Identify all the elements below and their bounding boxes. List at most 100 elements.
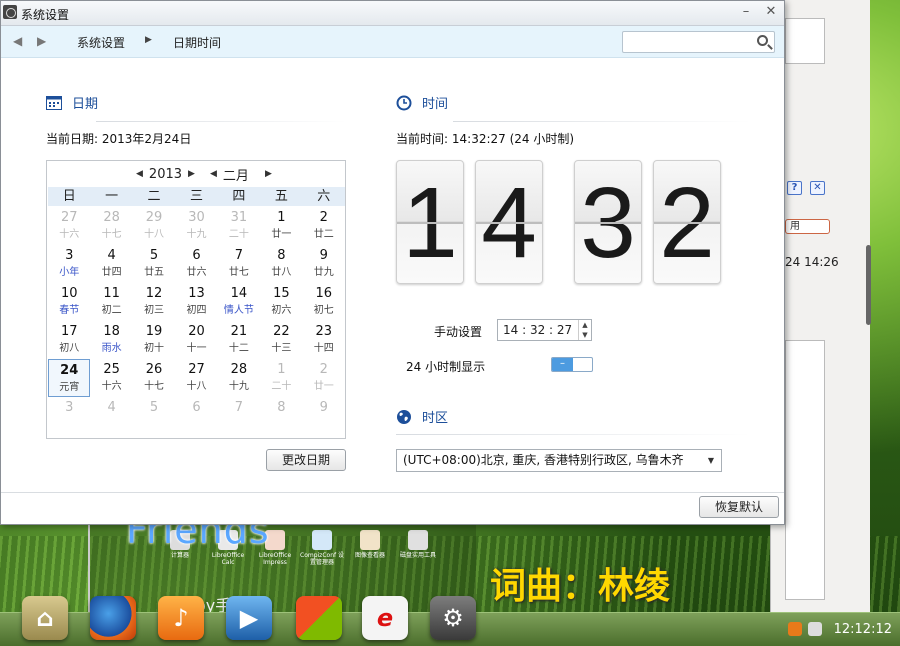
back-arrow-icon[interactable]: ◀ <box>13 34 22 48</box>
desktop-icon-disk-utility[interactable]: 磁盘实用工具 <box>396 530 440 559</box>
weekday-label: 一 <box>105 189 119 204</box>
calendar: ◀ 2013 ▶ ◀ 二月 ▶ 日一二三四五六 27 十六 28 十七 29 十八 30 十九… <box>46 160 346 439</box>
calendar-day[interactable]: 28 十七 <box>90 207 132 245</box>
lunar-label: 十六 <box>59 229 80 240</box>
background-apply-button[interactable]: 用 <box>785 219 830 234</box>
desktop-icon-compizconf[interactable]: CompizConf 设置管理器 <box>300 530 344 566</box>
calendar-day[interactable]: 4 廿四 <box>90 245 132 283</box>
dock-browser[interactable]: e <box>362 596 408 640</box>
day-number: 3 <box>65 248 74 263</box>
dock-player[interactable]: ▶ <box>226 596 272 640</box>
lunar-label: 初三 <box>144 305 165 316</box>
calendar-day[interactable]: 28 十九 <box>218 359 260 397</box>
day-number: 9 <box>319 248 328 263</box>
calendar-day[interactable]: 20 十一 <box>175 321 217 359</box>
calendar-day[interactable]: 9 <box>303 397 345 435</box>
keyboard-icon[interactable] <box>807 622 822 636</box>
title-bar[interactable]: 系统设置 – ✕ <box>1 1 784 26</box>
forward-arrow-icon[interactable]: ▶ <box>37 34 46 48</box>
desktop-icon-image-viewer[interactable]: 图像查看器 <box>348 530 392 559</box>
calendar-day[interactable]: 3 小年 <box>48 245 90 283</box>
day-number: 3 <box>65 400 74 415</box>
next-month-icon[interactable]: ▶ <box>265 169 272 179</box>
search-input[interactable] <box>623 32 748 52</box>
tray-notify-icon[interactable] <box>787 622 802 636</box>
calendar-day[interactable]: 12 初三 <box>133 283 175 321</box>
calendar-day[interactable]: 29 十八 <box>133 207 175 245</box>
calendar-day[interactable]: 26 十七 <box>133 359 175 397</box>
day-number: 10 <box>60 286 78 301</box>
calendar-day[interactable]: 7 <box>218 397 260 435</box>
prev-year-icon[interactable]: ◀ <box>136 169 143 179</box>
timezone-select[interactable]: (UTC+08:00)北京, 重庆, 香港特别行政区, 乌鲁木齐 ▼ <box>396 449 722 472</box>
day-number: 8 <box>277 400 286 415</box>
24h-toggle[interactable]: – <box>551 357 593 372</box>
lunar-label: 廿一 <box>271 229 292 240</box>
search-icon[interactable] <box>757 35 768 46</box>
calendar-day[interactable]: 22 十三 <box>260 321 302 359</box>
system-tray: 12:12:12 <box>787 612 900 646</box>
next-year-icon[interactable]: ▶ <box>188 169 195 179</box>
calendar-day[interactable]: 1 二十 <box>260 359 302 397</box>
calendar-day[interactable]: 14 情人节 <box>218 283 260 321</box>
time-spinbox[interactable]: 14 : 32 : 27 ▲ ▼ <box>497 319 592 341</box>
calendar-day[interactable]: 10 春节 <box>48 283 90 321</box>
breadcrumb-date-time[interactable]: 日期时间 <box>173 34 221 51</box>
day-number: 19 <box>145 324 163 339</box>
restore-defaults-button[interactable]: 恢复默认 <box>699 496 779 518</box>
calendar-day[interactable]: 18 雨水 <box>90 321 132 359</box>
calendar-day[interactable]: 27 十六 <box>48 207 90 245</box>
day-number: 4 <box>107 400 116 415</box>
lunar-label: 廿六 <box>186 267 207 278</box>
calendar-day-selected[interactable]: 24 元宵 <box>48 359 91 397</box>
prev-month-icon[interactable]: ◀ <box>210 169 217 179</box>
background-close-button[interactable]: ✕ <box>810 181 825 195</box>
calendar-day[interactable]: 30 十九 <box>175 207 217 245</box>
calendar-day[interactable]: 8 <box>260 397 302 435</box>
calendar-day[interactable]: 3 <box>48 397 90 435</box>
calendar-day[interactable]: 7 廿七 <box>218 245 260 283</box>
lunar-label: 元宵 <box>59 382 80 393</box>
taskbar-clock[interactable]: 12:12:12 <box>834 622 892 637</box>
calendar-day[interactable]: 1 廿一 <box>260 207 302 245</box>
lunar-label: 廿八 <box>271 267 292 278</box>
spin-up-icon[interactable]: ▲ <box>579 320 591 330</box>
dock-home[interactable]: ⌂ <box>22 596 68 640</box>
minimize-button[interactable]: – <box>738 5 754 21</box>
calendar-day[interactable]: 2 廿二 <box>303 207 345 245</box>
dock-office[interactable] <box>296 596 342 640</box>
background-scrollbar[interactable] <box>866 245 871 325</box>
calendar-day[interactable]: 5 <box>133 397 175 435</box>
calendar-day[interactable]: 31 二十 <box>218 207 260 245</box>
lunar-label: 初十 <box>144 343 165 354</box>
calendar-day[interactable]: 19 初十 <box>133 321 175 359</box>
calendar-day[interactable]: 21 十二 <box>218 321 260 359</box>
dock-music-player[interactable]: ♪ <box>158 596 204 640</box>
timezone-value: (UTC+08:00)北京, 重庆, 香港特别行政区, 乌鲁木齐 <box>403 453 684 467</box>
calendar-day[interactable]: 27 十八 <box>175 359 217 397</box>
close-button[interactable]: ✕ <box>763 5 779 21</box>
gear-icon: ⚙ <box>442 604 464 632</box>
search-box[interactable] <box>622 31 775 53</box>
spin-down-icon[interactable]: ▼ <box>579 330 591 340</box>
dock-firefox[interactable] <box>90 596 136 640</box>
calendar-day[interactable]: 15 初六 <box>260 283 302 321</box>
music-icon: ♪ <box>173 604 189 632</box>
calendar-day[interactable]: 11 初二 <box>90 283 132 321</box>
calendar-day[interactable]: 6 <box>175 397 217 435</box>
calendar-day[interactable]: 5 廿五 <box>133 245 175 283</box>
calendar-day[interactable]: 2 廿一 <box>303 359 345 397</box>
calendar-day[interactable]: 8 廿八 <box>260 245 302 283</box>
calendar-day[interactable]: 16 初七 <box>303 283 345 321</box>
calendar-day[interactable]: 17 初八 <box>48 321 90 359</box>
calendar-day[interactable]: 23 十四 <box>303 321 345 359</box>
calendar-day[interactable]: 6 廿六 <box>175 245 217 283</box>
change-date-button[interactable]: 更改日期 <box>266 449 346 471</box>
dock-settings[interactable]: ⚙ <box>430 596 476 640</box>
calendar-day[interactable]: 13 初四 <box>175 283 217 321</box>
calendar-day[interactable]: 9 廿九 <box>303 245 345 283</box>
background-help-button[interactable]: ? <box>787 181 802 195</box>
calendar-day[interactable]: 4 <box>90 397 132 435</box>
calendar-day[interactable]: 25 十六 <box>90 359 132 397</box>
breadcrumb-system-settings[interactable]: 系统设置 <box>77 34 125 51</box>
